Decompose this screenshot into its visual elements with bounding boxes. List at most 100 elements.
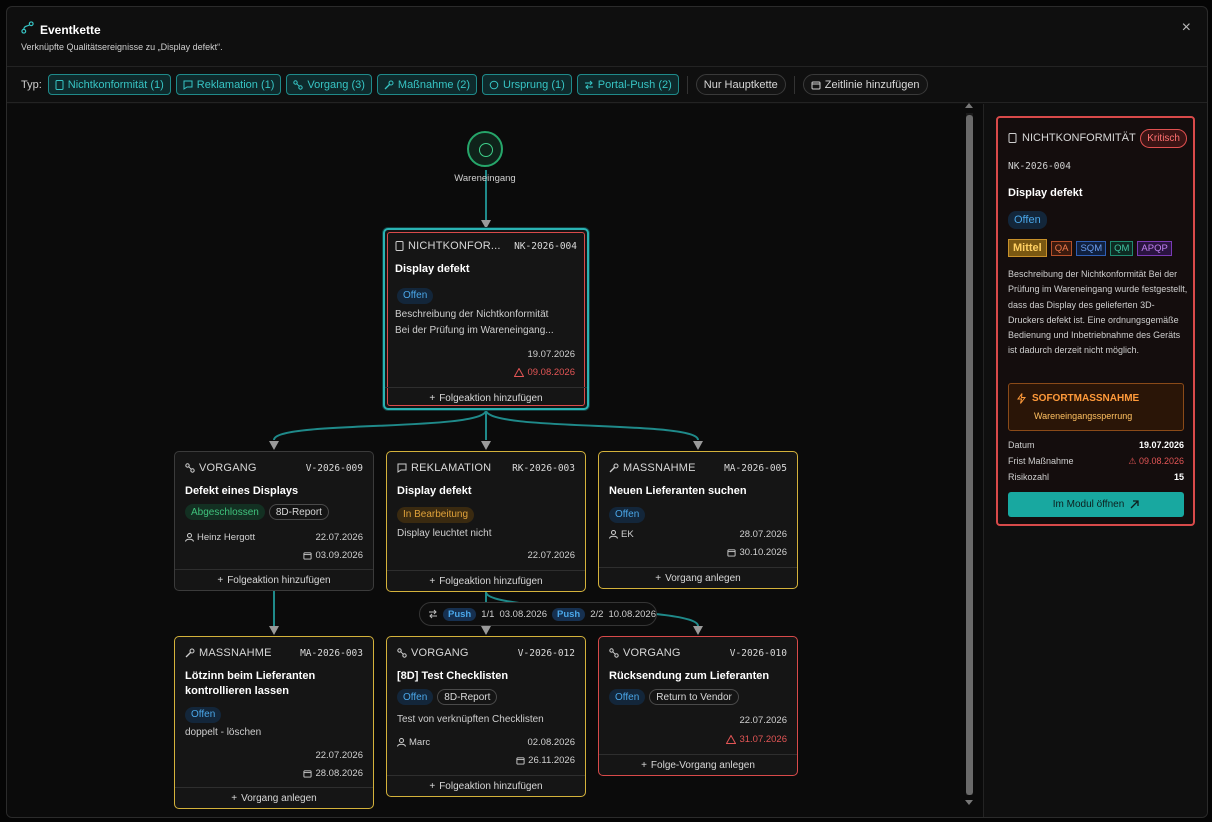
- node-desc-line: Bei der Prüfung im Wareneingang...: [395, 325, 554, 336]
- node-type-label: NICHTKONFOR...: [408, 240, 501, 252]
- node-v-2026-012[interactable]: VORGANG V-2026-012 [8D] Test Checklisten…: [386, 636, 586, 797]
- node-code: RK-2026-003: [512, 463, 575, 474]
- detail-title: Display defekt: [1008, 187, 1083, 199]
- edge-nk-v009: [273, 409, 487, 441]
- warning-icon: [726, 735, 737, 744]
- node-date: 28.07.2026: [739, 529, 787, 540]
- node-title: Rücksendung zum Lieferanten: [609, 670, 770, 682]
- detail-row-date: Datum 19.07.2026: [1008, 440, 1184, 450]
- footer-label: Vorgang anlegen: [665, 572, 741, 584]
- status-badge: Offen: [397, 287, 434, 304]
- detail-description: Beschreibung der Nichtkonformität Bei de…: [1008, 269, 1188, 356]
- node-nk-2026-004[interactable]: NICHTKONFOR... NK-2026-004 Display defek…: [383, 228, 589, 410]
- detail-row-due: Frist Maßnahme ⚠ 09.08.2026: [1008, 456, 1184, 467]
- node-type-label: VORGANG: [199, 462, 257, 474]
- node-type: MASSNAHME: [185, 647, 272, 659]
- footer-label: Folgeaktion hinzufügen: [227, 574, 331, 586]
- tag-sqm: SQM: [1076, 240, 1107, 256]
- scroll-thumb[interactable]: [966, 115, 973, 795]
- status-badge: Offen: [397, 689, 434, 705]
- person-name: Heinz Hergott: [197, 532, 256, 543]
- node-due: 09.08.2026: [514, 367, 575, 378]
- create-vorgang-button[interactable]: + Vorgang anlegen: [599, 567, 797, 588]
- node-desc-line: Display leuchtet nicht: [397, 528, 492, 539]
- push-count: 2/2: [590, 608, 604, 620]
- open-button-label: Im Modul öffnen: [1052, 499, 1125, 510]
- tag-badge: Return to Vendor: [649, 689, 739, 705]
- row-label: Risikozahl: [1008, 472, 1050, 482]
- scroll-down-icon[interactable]: [965, 800, 973, 805]
- node-title: Display defekt: [397, 485, 472, 497]
- node-v-2026-010[interactable]: VORGANG V-2026-010 Rücksendung zum Liefe…: [598, 636, 798, 776]
- status-badge: In Bearbeitung: [397, 506, 475, 523]
- add-followup-button[interactable]: + Folgeaktion hinzufügen: [387, 570, 585, 591]
- create-vorgang-button[interactable]: + Vorgang anlegen: [175, 787, 373, 808]
- detail-type-label: NICHTKONFORMITÄT: [1022, 132, 1136, 144]
- add-followup-button[interactable]: + Folgeaktion hinzufügen: [385, 387, 587, 408]
- node-type: REKLAMATION: [397, 462, 491, 474]
- document-icon: [395, 241, 404, 251]
- node-rk-2026-003[interactable]: REKLAMATION RK-2026-003 Display defekt I…: [386, 451, 586, 592]
- push-date: 03.08.2026: [499, 608, 547, 620]
- node-ma-2026-003[interactable]: MASSNAHME MA-2026-003 Lötzinn beim Liefe…: [174, 636, 374, 809]
- tag-qa: QA: [1050, 240, 1073, 256]
- node-due-date: 26.11.2026: [528, 755, 575, 766]
- node-title-line: Lötzinn beim Lieferanten: [185, 670, 316, 682]
- link-icon: [397, 648, 407, 658]
- sofort-title: SOFORTMASSNAHME: [1017, 393, 1139, 404]
- node-code: V-2026-009: [305, 463, 363, 474]
- create-followup-vorgang-button[interactable]: + Folge-Vorgang anlegen: [599, 754, 797, 775]
- node-v-2026-009[interactable]: VORGANG V-2026-009 Defekt eines Displays…: [174, 451, 374, 591]
- node-title: [8D] Test Checklisten: [397, 670, 509, 682]
- footer-label: Folgeaktion hinzufügen: [439, 575, 543, 587]
- severity-badge: Kritisch: [1140, 129, 1187, 148]
- start-node-icon[interactable]: [467, 131, 503, 167]
- row-value: ⚠ 09.08.2026: [1128, 456, 1184, 466]
- node-due-date: 03.09.2026: [315, 550, 363, 561]
- arrow-head: [481, 626, 491, 635]
- arrow-head: [269, 441, 279, 450]
- open-in-module-button[interactable]: Im Modul öffnen: [1008, 492, 1184, 517]
- detail-row-risk: Risikozahl 15: [1008, 472, 1184, 482]
- detail-tags: Mittel QA SQM QM APQP: [1008, 239, 1172, 257]
- user-icon: [609, 530, 618, 539]
- add-followup-button[interactable]: + Folgeaktion hinzufügen: [175, 569, 373, 590]
- node-person: Marc: [397, 737, 430, 748]
- canvas-scrollbar[interactable]: [964, 103, 974, 805]
- user-icon: [397, 738, 406, 747]
- node-person: Heinz Hergott: [185, 532, 255, 543]
- portal-push-indicator[interactable]: Push 1/1 03.08.2026 Push 2/2 10.08.2026: [419, 602, 657, 626]
- arrow-head: [269, 626, 279, 635]
- node-code: NK-2026-004: [514, 241, 577, 252]
- status-badge: Abgeschlossen: [185, 504, 265, 520]
- status-badge: Offen: [185, 706, 222, 723]
- detail-card: NICHTKONFORMITÄT Kritisch NK-2026-004 Di…: [996, 116, 1195, 526]
- status-badge: Offen: [1008, 211, 1047, 229]
- node-code: V-2026-010: [729, 648, 787, 659]
- arrows-icon: [429, 609, 437, 619]
- row-label: Frist Maßnahme: [1008, 456, 1074, 466]
- add-followup-button[interactable]: + Folgeaktion hinzufügen: [387, 775, 585, 796]
- push-count: 1/1: [481, 608, 495, 620]
- sofortmassnahme-box: SOFORTMASSNAHME Wareneingangssperrung: [1008, 383, 1184, 431]
- calendar-icon: [727, 549, 737, 557]
- node-date: 22.07.2026: [527, 550, 575, 561]
- node-title: Display defekt: [395, 263, 470, 275]
- calendar-icon: [303, 552, 313, 560]
- user-icon: [185, 533, 194, 542]
- node-type-label: VORGANG: [623, 647, 681, 659]
- node-title: Neuen Lieferanten suchen: [609, 485, 747, 497]
- node-type: MASSNAHME: [609, 462, 696, 474]
- push-date: 10.08.2026: [608, 608, 656, 620]
- footer-label: Folgeaktion hinzufügen: [439, 780, 543, 792]
- row-value: 19.07.2026: [1138, 440, 1184, 450]
- node-due: 28.08.2026: [303, 768, 363, 779]
- scroll-up-icon[interactable]: [965, 103, 973, 108]
- node-due: 31.07.2026: [726, 734, 787, 745]
- node-type-label: MASSNAHME: [199, 647, 272, 659]
- node-type: NICHTKONFOR...: [395, 240, 501, 252]
- node-ma-2026-005[interactable]: MASSNAHME MA-2026-005 Neuen Lieferanten …: [598, 451, 798, 589]
- detail-type: NICHTKONFORMITÄT: [1008, 132, 1136, 144]
- node-person: EK: [609, 529, 634, 540]
- node-desc-line: doppelt - löschen: [185, 727, 262, 738]
